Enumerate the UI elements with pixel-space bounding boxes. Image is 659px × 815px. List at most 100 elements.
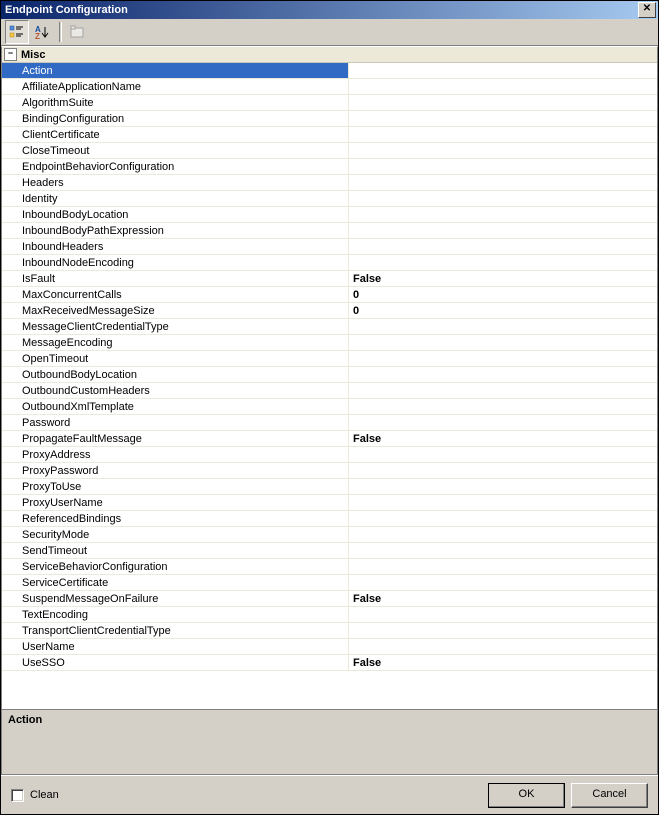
property-name[interactable]: ClientCertificate [2, 127, 349, 143]
property-row[interactable]: BindingConfiguration [2, 111, 657, 127]
property-row[interactable]: UseSSOFalse [2, 655, 657, 671]
property-value[interactable] [349, 255, 657, 271]
property-row[interactable]: EndpointBehaviorConfiguration [2, 159, 657, 175]
property-name[interactable]: IsFault [2, 271, 349, 287]
property-row[interactable]: InboundBodyPathExpression [2, 223, 657, 239]
property-value[interactable] [349, 623, 657, 639]
property-name[interactable]: OutboundCustomHeaders [2, 383, 349, 399]
property-value[interactable] [349, 447, 657, 463]
property-value[interactable] [349, 383, 657, 399]
property-value[interactable] [349, 351, 657, 367]
property-value[interactable]: False [349, 591, 657, 607]
property-name[interactable]: Password [2, 415, 349, 431]
cancel-button[interactable]: Cancel [571, 783, 648, 808]
property-row[interactable]: CloseTimeout [2, 143, 657, 159]
property-value[interactable] [349, 415, 657, 431]
property-value[interactable] [349, 335, 657, 351]
property-row[interactable]: OutboundXmlTemplate [2, 399, 657, 415]
property-value[interactable]: False [349, 431, 657, 447]
clean-checkbox-wrap[interactable]: Clean [11, 789, 482, 802]
property-value[interactable] [349, 223, 657, 239]
property-name[interactable]: InboundNodeEncoding [2, 255, 349, 271]
property-value[interactable] [349, 367, 657, 383]
property-name[interactable]: OutboundXmlTemplate [2, 399, 349, 415]
property-name[interactable]: ProxyPassword [2, 463, 349, 479]
property-row[interactable]: Identity [2, 191, 657, 207]
property-value[interactable] [349, 479, 657, 495]
property-row[interactable]: TextEncoding [2, 607, 657, 623]
property-value[interactable] [349, 143, 657, 159]
property-value[interactable] [349, 79, 657, 95]
property-value[interactable]: False [349, 271, 657, 287]
property-name[interactable]: ReferencedBindings [2, 511, 349, 527]
property-row[interactable]: InboundHeaders [2, 239, 657, 255]
property-name[interactable]: Action [2, 63, 349, 79]
property-value[interactable] [349, 95, 657, 111]
property-row[interactable]: ReferencedBindings [2, 511, 657, 527]
close-button[interactable]: ✕ [638, 2, 656, 18]
property-row[interactable]: MaxConcurrentCalls0 [2, 287, 657, 303]
property-value[interactable] [349, 207, 657, 223]
property-name[interactable]: UserName [2, 639, 349, 655]
property-value[interactable] [349, 511, 657, 527]
property-name[interactable]: EndpointBehaviorConfiguration [2, 159, 349, 175]
property-row[interactable]: InboundNodeEncoding [2, 255, 657, 271]
property-row[interactable]: SendTimeout [2, 543, 657, 559]
property-value[interactable] [349, 399, 657, 415]
property-value[interactable] [349, 463, 657, 479]
property-row[interactable]: ServiceCertificate [2, 575, 657, 591]
property-name[interactable]: InboundBodyPathExpression [2, 223, 349, 239]
property-name[interactable]: CloseTimeout [2, 143, 349, 159]
property-name[interactable]: Headers [2, 175, 349, 191]
property-value[interactable] [349, 319, 657, 335]
property-row[interactable]: InboundBodyLocation [2, 207, 657, 223]
property-row[interactable]: IsFaultFalse [2, 271, 657, 287]
property-value[interactable]: False [349, 655, 657, 671]
property-value[interactable] [349, 63, 657, 79]
property-row[interactable]: ProxyAddress [2, 447, 657, 463]
property-name[interactable]: ServiceBehaviorConfiguration [2, 559, 349, 575]
property-row[interactable]: ProxyToUse [2, 479, 657, 495]
property-value[interactable] [349, 127, 657, 143]
property-row[interactable]: MessageClientCredentialType [2, 319, 657, 335]
property-row[interactable]: OutboundBodyLocation [2, 367, 657, 383]
property-row[interactable]: PropagateFaultMessageFalse [2, 431, 657, 447]
property-name[interactable]: ServiceCertificate [2, 575, 349, 591]
property-value[interactable] [349, 575, 657, 591]
property-pages-button[interactable] [66, 21, 88, 43]
property-name[interactable]: MaxReceivedMessageSize [2, 303, 349, 319]
property-value[interactable] [349, 175, 657, 191]
property-row[interactable]: SuspendMessageOnFailureFalse [2, 591, 657, 607]
property-row[interactable]: MessageEncoding [2, 335, 657, 351]
property-name[interactable]: BindingConfiguration [2, 111, 349, 127]
clean-checkbox[interactable] [11, 789, 24, 802]
property-name[interactable]: ProxyAddress [2, 447, 349, 463]
property-row[interactable]: MaxReceivedMessageSize0 [2, 303, 657, 319]
property-value[interactable] [349, 543, 657, 559]
property-name[interactable]: InboundHeaders [2, 239, 349, 255]
property-name[interactable]: OutboundBodyLocation [2, 367, 349, 383]
property-row[interactable]: ProxyPassword [2, 463, 657, 479]
ok-button[interactable]: OK [488, 783, 565, 808]
property-name[interactable]: AlgorithmSuite [2, 95, 349, 111]
property-row[interactable]: TransportClientCredentialType [2, 623, 657, 639]
property-name[interactable]: TextEncoding [2, 607, 349, 623]
property-value[interactable] [349, 495, 657, 511]
property-row[interactable]: AffiliateApplicationName [2, 79, 657, 95]
property-row[interactable]: SecurityMode [2, 527, 657, 543]
property-name[interactable]: AffiliateApplicationName [2, 79, 349, 95]
category-row[interactable]: −Misc [2, 47, 657, 63]
property-row[interactable]: AlgorithmSuite [2, 95, 657, 111]
property-row[interactable]: UserName [2, 639, 657, 655]
property-row[interactable]: ClientCertificate [2, 127, 657, 143]
property-row[interactable]: OutboundCustomHeaders [2, 383, 657, 399]
property-name[interactable]: MessageEncoding [2, 335, 349, 351]
property-row[interactable]: Action [2, 63, 657, 79]
alphabetical-button[interactable]: A Z [31, 21, 53, 43]
expander-icon[interactable]: − [4, 48, 17, 61]
property-name[interactable]: MessageClientCredentialType [2, 319, 349, 335]
property-name[interactable]: InboundBodyLocation [2, 207, 349, 223]
property-row[interactable]: Password [2, 415, 657, 431]
property-value[interactable] [349, 559, 657, 575]
categorized-button[interactable] [5, 20, 29, 44]
